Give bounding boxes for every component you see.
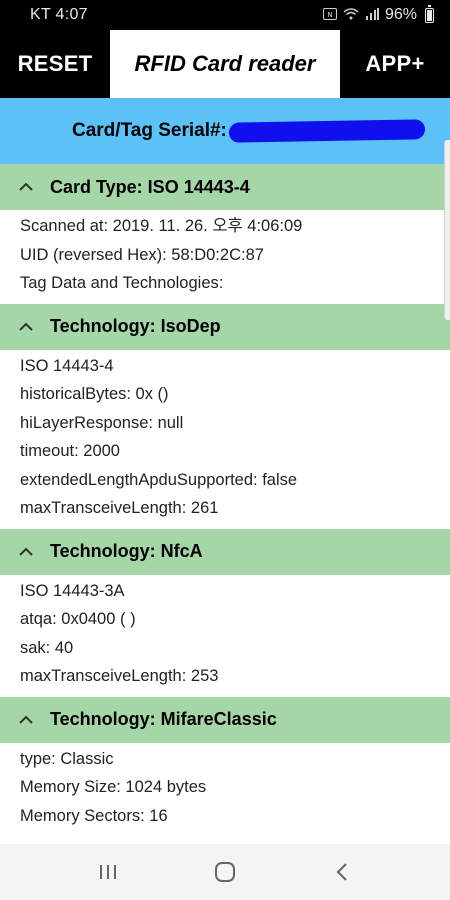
back-icon[interactable] xyxy=(322,852,362,892)
detail-line: sak: 40 xyxy=(20,638,74,657)
signal-icon xyxy=(365,7,379,23)
section-header-card-type[interactable]: Card Type: ISO 14443-4 xyxy=(0,164,450,210)
detail-line: timeout: 2000 xyxy=(20,442,120,460)
section-body-isodep: ISO 14443-4 historicalBytes: 0x () hiLay… xyxy=(0,350,450,529)
detail-line: Scanned at: 2019. 11. 26. 오후 4:06:09 xyxy=(20,217,303,235)
detail-line: Memory Size: 1024 bytes xyxy=(20,778,207,796)
carrier-time: KT 4:07 xyxy=(30,6,88,23)
section-header-isodep[interactable]: Technology: IsoDep xyxy=(0,303,450,350)
battery-percent: 96% xyxy=(384,6,417,23)
serial-bar: Card/Tag Serial#: xyxy=(0,98,450,164)
chevron-up-icon xyxy=(18,715,46,725)
redacted-serial xyxy=(228,119,425,143)
detail-line: extendedLengthApduSupported: false xyxy=(20,470,298,489)
card-details: Card Type: ISO 14443-4 Scanned at: 2019.… xyxy=(0,164,450,836)
section-header-mifareclassic[interactable]: Technology: MifareClassic xyxy=(0,696,450,743)
section-title: Technology: MifareClassic xyxy=(50,709,277,729)
section-body-mifareclassic: type: Classic Memory Size: 1024 bytes Me… xyxy=(0,743,450,837)
detail-line: atqa: 0x0400 ( ) xyxy=(20,610,136,628)
detail-line: maxTransceiveLength: 253 xyxy=(20,667,219,685)
detail-line: historicalBytes: 0x () xyxy=(20,385,169,403)
serial-label: Card/Tag Serial#: xyxy=(72,120,227,141)
detail-line: type: Classic xyxy=(20,749,114,768)
chevron-up-icon xyxy=(18,322,46,332)
detail-line: maxTransceiveLength: 261 xyxy=(20,499,219,517)
chevron-up-icon xyxy=(18,547,46,557)
detail-line: Memory Sectors: 16 xyxy=(20,806,168,825)
status-icons: N 96% xyxy=(322,4,434,24)
section-title: Technology: NfcA xyxy=(50,541,203,561)
svg-text:N: N xyxy=(327,11,332,19)
detail-line: hiLayerResponse: null xyxy=(20,413,184,432)
detail-line: ISO 14443-3A xyxy=(20,581,125,600)
section-title: Card Type: ISO 14443-4 xyxy=(50,176,250,197)
status-bar: KT 4:07 N 96% xyxy=(0,0,450,30)
toolbar: RESET RFID Card reader APP+ xyxy=(0,30,450,98)
section-title: Technology: IsoDep xyxy=(50,316,221,336)
app-plus-button[interactable]: APP+ xyxy=(340,30,450,98)
navigation-bar xyxy=(0,844,450,900)
scrollbar[interactable] xyxy=(444,140,450,320)
battery-icon xyxy=(425,4,434,23)
reset-button[interactable]: RESET xyxy=(0,30,110,98)
wifi-icon xyxy=(343,7,359,23)
home-icon[interactable] xyxy=(205,852,245,892)
section-body-card-type: Scanned at: 2019. 11. 26. 오후 4:06:09 UID… xyxy=(0,210,450,304)
detail-line: Tag Data and Technologies: xyxy=(20,274,224,292)
chevron-up-icon xyxy=(18,182,46,192)
recents-icon[interactable] xyxy=(88,852,128,892)
section-body-nfca: ISO 14443-3A atqa: 0x0400 ( ) sak: 40 ma… xyxy=(0,575,450,697)
nfc-icon: N xyxy=(322,7,337,23)
detail-line: ISO 14443-4 xyxy=(20,356,114,375)
detail-line: UID (reversed Hex): 58:D0:2C:87 xyxy=(20,245,264,264)
section-header-nfca[interactable]: Technology: NfcA xyxy=(0,528,450,575)
app-title: RFID Card reader xyxy=(110,30,340,98)
